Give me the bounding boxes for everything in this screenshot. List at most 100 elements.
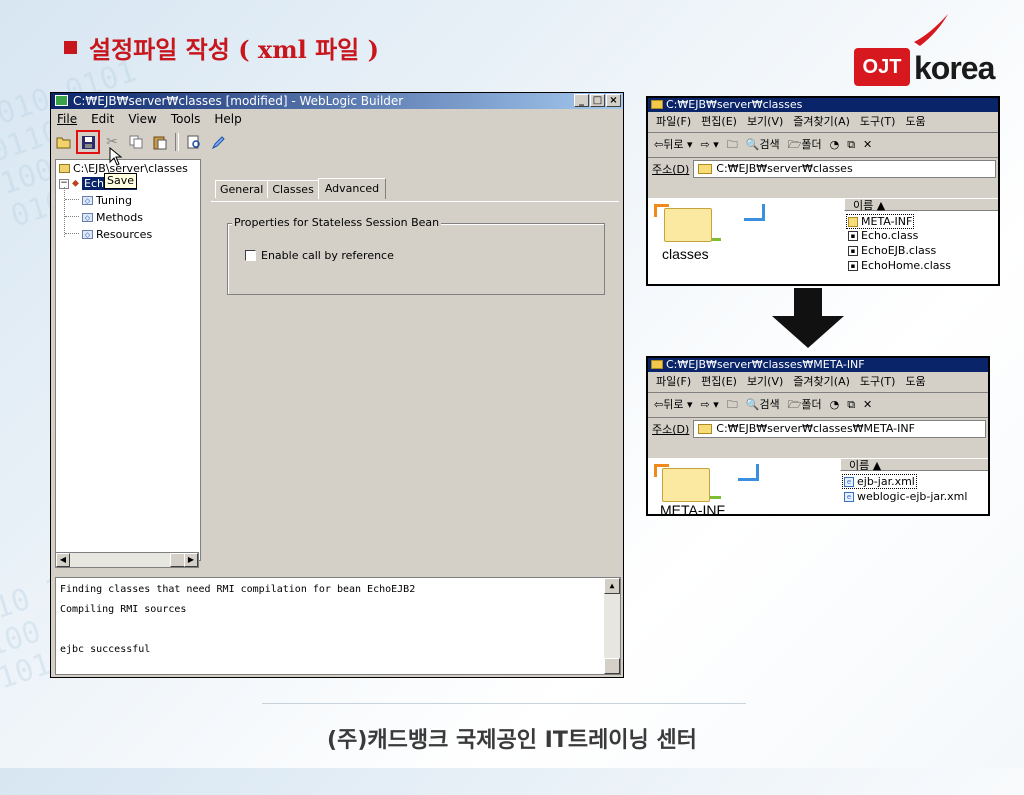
move-to-icon[interactable]: ⧉ — [847, 133, 855, 157]
menu-help[interactable]: 도움 — [905, 112, 925, 132]
horizontal-splitter[interactable] — [51, 567, 623, 575]
menu-view[interactable]: 보기(V) — [747, 112, 783, 132]
minimize-button[interactable]: _ — [574, 94, 589, 107]
folder-icon — [848, 216, 858, 227]
delete-icon[interactable]: ✕ — [863, 133, 872, 157]
folders-button[interactable]: 🗁폴더 — [788, 393, 822, 417]
back-button[interactable]: ⇦뒤로 ▾ — [654, 133, 692, 157]
maximize-button[interactable]: □ — [590, 94, 605, 107]
tree-line — [64, 187, 65, 237]
tree-item-resources[interactable]: ◇ Resources — [82, 228, 152, 241]
back-button[interactable]: ⇦뒤로 ▾ — [654, 393, 692, 417]
tree-item-tuning[interactable]: ◇ Tuning — [82, 194, 132, 207]
explorer-content: classes 이름 ▲ META-INF ▪ Echo.class ▪ EchoE… — [648, 198, 998, 284]
file-item-echohome-class[interactable]: ▪ EchoHome.class — [848, 259, 951, 272]
file-item-echoejb-class[interactable]: ▪ EchoEJB.class — [848, 244, 936, 257]
paste-icon[interactable] — [151, 133, 169, 151]
logo-badge: OJT — [854, 48, 910, 86]
name-column-header[interactable]: 이름 ▲ — [844, 198, 998, 212]
tree-item-methods[interactable]: ◇ Methods — [82, 211, 143, 224]
file-item-weblogic-ejb-jar-xml[interactable]: e weblogic-ejb-jar.xml — [844, 490, 967, 503]
jar-icon — [59, 164, 70, 173]
tree-horizontal-scrollbar[interactable]: ◀ ▶ — [55, 552, 199, 568]
menu-edit[interactable]: 편집(E) — [701, 112, 737, 132]
up-folder-icon[interactable]: 🗀 — [727, 393, 738, 417]
menu-file[interactable]: File — [57, 109, 77, 129]
console-vertical-scrollbar[interactable]: ▲ — [604, 578, 620, 674]
footer-text: (주)캐드뱅크 국제공인 IT트레이닝 센터 — [327, 728, 697, 753]
folder-icon — [651, 100, 663, 109]
groupbox-label: Properties for Stateless Session Bean — [232, 216, 442, 229]
checkbox-box[interactable] — [245, 250, 256, 261]
address-bar: 주소(D) C:₩EJB₩server₩classes₩META-INF — [648, 418, 988, 440]
decorative-line — [744, 204, 765, 221]
history-icon[interactable]: ◔ — [830, 393, 840, 417]
forward-button[interactable]: ⇨ ▾ — [700, 393, 718, 417]
class-file-icon: ▪ — [848, 245, 858, 256]
explorer-content: META-INF 이름 ▲ e ejb-jar.xml e weblogic-ejb… — [648, 458, 988, 514]
window-titlebar[interactable]: C:₩EJB₩server₩classes [modified] - WebLo… — [51, 93, 623, 109]
large-folder-icon — [662, 468, 710, 502]
save-icon[interactable] — [76, 130, 100, 154]
footer-divider — [262, 703, 746, 704]
menu-tools[interactable]: 도구(T) — [860, 372, 896, 392]
name-column-header[interactable]: 이름 ▲ — [840, 458, 988, 472]
window-title: C:₩EJB₩server₩classes [modified] - WebLo… — [73, 94, 404, 108]
bean-tree: C:\EJB\server\classes − ⬥ EchoEJB2 ◇ Tun… — [55, 159, 201, 561]
file-item-ejb-jar-xml[interactable]: e ejb-jar.xml — [842, 474, 917, 489]
address-bar: 주소(D) C:₩EJB₩server₩classes — [648, 158, 998, 180]
console-line: Finding classes that need RMI compilatio… — [60, 584, 416, 595]
vertical-splitter[interactable] — [201, 159, 205, 567]
folder-name-label: classes — [662, 246, 709, 262]
search-button[interactable]: 🔍검색 — [746, 393, 780, 417]
close-button[interactable]: × — [606, 94, 621, 107]
menu-edit[interactable]: Edit — [91, 109, 114, 129]
file-item-meta-inf[interactable]: META-INF — [846, 214, 915, 229]
scroll-right-icon[interactable]: ▶ — [184, 553, 198, 567]
delete-icon[interactable]: ✕ — [863, 393, 872, 417]
menu-favorites[interactable]: 즐겨찾기(A) — [793, 372, 850, 392]
output-console[interactable]: Finding classes that need RMI compilatio… — [55, 577, 621, 675]
explorer-menu-bar: 파일(F) 편집(E) 보기(V) 즐겨찾기(A) 도구(T) 도움 — [648, 112, 998, 133]
address-input[interactable]: C:₩EJB₩server₩classes₩META-INF — [693, 420, 986, 438]
menu-edit[interactable]: 편집(E) — [701, 372, 737, 392]
class-file-icon: ▪ — [848, 260, 858, 271]
forward-button[interactable]: ⇨ ▾ — [700, 133, 718, 157]
menu-file[interactable]: 파일(F) — [656, 372, 691, 392]
explorer-window-classes: C:₩EJB₩server₩classes 파일(F) 편집(E) 보기(V) … — [646, 96, 1000, 286]
menu-tools[interactable]: 도구(T) — [860, 112, 896, 132]
move-to-icon[interactable]: ⧉ — [847, 393, 855, 417]
find-icon[interactable] — [185, 133, 203, 151]
tab-advanced[interactable]: Advanced — [317, 178, 387, 199]
menu-bar: File Edit View Tools Help — [51, 109, 623, 129]
address-input[interactable]: C:₩EJB₩server₩classes — [693, 160, 996, 178]
menu-view[interactable]: 보기(V) — [747, 372, 783, 392]
edit-icon[interactable] — [209, 133, 227, 151]
menu-tools[interactable]: Tools — [171, 109, 201, 129]
copy-icon[interactable] — [127, 133, 145, 151]
scroll-up-icon[interactable]: ▲ — [604, 578, 620, 594]
tab-general[interactable]: General — [215, 180, 269, 198]
address-label: 주소(D) — [652, 423, 690, 436]
mouse-cursor-icon — [109, 147, 123, 166]
tab-classes[interactable]: Classes — [267, 180, 319, 198]
menu-favorites[interactable]: 즐겨찾기(A) — [793, 112, 850, 132]
menu-view[interactable]: View — [128, 109, 156, 129]
file-item-echo-class[interactable]: ▪ Echo.class — [848, 229, 918, 242]
explorer-titlebar[interactable]: C:₩EJB₩server₩classes₩META-INF — [648, 358, 988, 372]
menu-file[interactable]: 파일(F) — [656, 112, 691, 132]
up-folder-icon[interactable]: 🗀 — [727, 133, 738, 157]
save-tooltip: Save — [104, 173, 138, 189]
search-button[interactable]: 🔍검색 — [746, 133, 780, 157]
explorer-titlebar[interactable]: C:₩EJB₩server₩classes — [648, 98, 998, 112]
menu-help[interactable]: Help — [214, 109, 241, 129]
enable-call-by-reference-checkbox[interactable]: Enable call by reference — [245, 249, 394, 262]
tree-line — [65, 216, 79, 217]
menu-help[interactable]: 도움 — [905, 372, 925, 392]
property-icon: ◇ — [82, 213, 93, 222]
folders-button[interactable]: 🗁폴더 — [788, 133, 822, 157]
scroll-left-icon[interactable]: ◀ — [56, 553, 70, 567]
scroll-thumb[interactable] — [604, 658, 620, 674]
open-icon[interactable] — [55, 133, 73, 151]
history-icon[interactable]: ◔ — [830, 133, 840, 157]
